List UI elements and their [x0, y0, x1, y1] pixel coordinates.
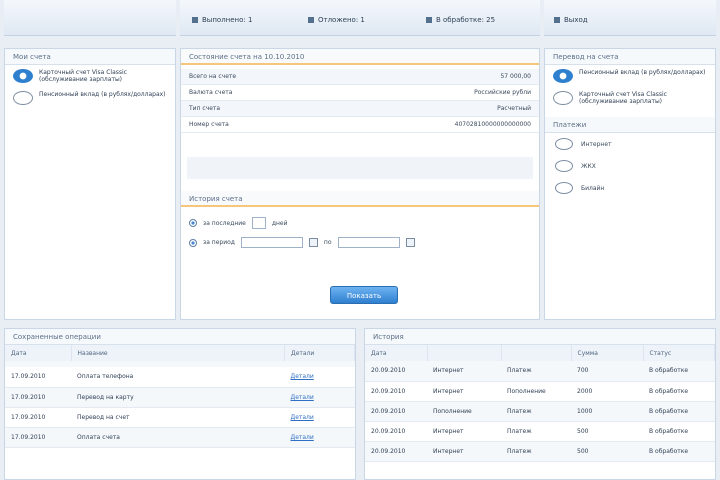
logout-link[interactable]: Выход — [554, 14, 588, 26]
account-item[interactable]: Карточный счет Visa Classic (обслуживани… — [5, 65, 175, 87]
table-row: 17.09.2010 Оплата счета Детали — [5, 427, 355, 448]
statement-row: Тип счета Расчетный — [181, 101, 539, 117]
service-item[interactable]: Интернет — [545, 133, 715, 155]
date-from-input[interactable] — [240, 237, 303, 248]
statement-spacer — [187, 157, 533, 179]
top-bar-center: Выполнено: 1 Отложено: 1 В обработке: 25 — [180, 0, 540, 36]
statement-row: Всего на счете 57 000,00 — [181, 69, 539, 85]
bank-coin-icon — [13, 69, 33, 83]
table-row: 20.09.2010 Пополнение Платеж 1000 В обработк… — [365, 401, 715, 422]
top-bar-right: Выход — [544, 0, 716, 36]
service-icon — [555, 182, 573, 194]
saved-operations-panel: Сохраненные операции Дата Название Детал… — [4, 328, 356, 480]
panel-title: Мои счета — [5, 49, 175, 65]
calendar-icon[interactable] — [405, 238, 415, 247]
table-row: 17.09.2010 Перевод на карту Детали — [5, 387, 355, 408]
statement-row: Номер счета 40702810000000000000 — [181, 117, 539, 133]
statement-rows: Всего на счете 57 000,00 Валюта счета Росс… — [181, 65, 539, 133]
status-square-icon — [426, 17, 432, 23]
radio-icon[interactable] — [189, 238, 197, 247]
table-row: 20.09.2010 Интернет Платеж 500 В обработке — [365, 441, 715, 462]
filter-option-days[interactable]: за последние дней — [181, 207, 539, 229]
table-row: 20.09.2010 Интернет Платеж 700 В обработке — [365, 361, 715, 382]
saved-operations-table: Дата Название Детали 17.09.2010 Оплата те… — [5, 345, 355, 448]
history-table: Дата Сумма Статус 20.09.2010 Интернет Плат… — [365, 345, 715, 462]
service-item[interactable]: ЖКХ — [545, 155, 715, 177]
status-square-icon — [192, 17, 198, 23]
calendar-icon[interactable] — [308, 238, 318, 247]
coin-icon — [553, 91, 573, 105]
table-header: Дата Сумма Статус — [365, 345, 715, 361]
show-button[interactable]: Показать — [330, 286, 398, 304]
service-icon — [555, 160, 573, 172]
details-link[interactable]: Детали — [291, 373, 314, 380]
panel-title: Перевод на счета — [545, 49, 715, 65]
service-item[interactable]: Билайн — [545, 177, 715, 199]
days-input[interactable] — [251, 217, 266, 229]
date-to-input[interactable] — [337, 237, 400, 248]
panel-title: История — [365, 329, 715, 345]
panel-title: Сохраненные операции — [5, 329, 355, 345]
bank-coin-icon — [553, 69, 573, 83]
table-row: 17.09.2010 Оплата телефона Детали — [5, 367, 355, 388]
accounts-panel: Мои счета Карточный счет Visa Classic (о… — [4, 48, 176, 320]
top-bar-left — [4, 0, 176, 36]
statement-panel: Состояние счета на 10.10.2010 Всего на с… — [180, 48, 540, 320]
statement-row: Валюта счета Российские рубли — [181, 85, 539, 101]
history-panel: История Дата Сумма Статус 20.09.2010 Инте… — [364, 328, 716, 480]
details-link[interactable]: Детали — [291, 434, 314, 441]
tab-processing[interactable]: В обработке: 25 — [426, 14, 495, 26]
account-item[interactable]: Пенсионный вклад (в рублях/долларах) — [5, 87, 175, 109]
details-link[interactable]: Детали — [291, 394, 314, 401]
table-row: 20.09.2010 Интернет Пополнение 2000 В обрабо… — [365, 381, 715, 402]
tab-completed[interactable]: Выполнено: 1 — [192, 14, 252, 26]
table-row: 17.09.2010 Перевод на счет Детали — [5, 407, 355, 428]
services-title: Платежи — [545, 117, 715, 133]
statement-title: Состояние счета на 10.10.2010 — [181, 49, 539, 65]
exit-icon — [554, 17, 560, 23]
history-filter-title: История счета — [181, 191, 539, 207]
table-row: 20.09.2010 Интернет Платеж 500 В обработке — [365, 421, 715, 442]
transfer-panel: Перевод на счета Пенсионный вклад (в руб… — [544, 48, 716, 320]
radio-icon[interactable] — [189, 219, 197, 227]
service-icon — [555, 138, 573, 150]
tab-postponed[interactable]: Отложено: 1 — [308, 14, 365, 26]
transfer-item[interactable]: Карточный счет Visa Classic (обслуживани… — [545, 87, 715, 109]
filter-option-period[interactable]: за период по — [181, 229, 539, 248]
details-link[interactable]: Детали — [291, 414, 314, 421]
coin-icon — [13, 91, 33, 105]
transfer-item[interactable]: Пенсионный вклад (в рублях/долларах) — [545, 65, 715, 87]
status-square-icon — [308, 17, 314, 23]
table-header: Дата Название Детали — [5, 345, 355, 361]
